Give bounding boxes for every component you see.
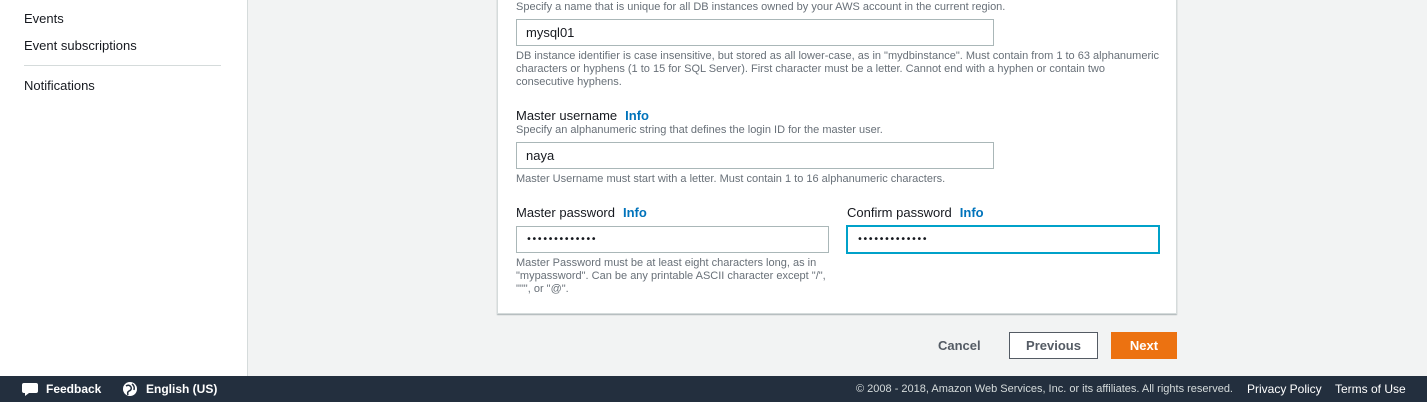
db-identifier-input[interactable]: mysql01	[516, 19, 994, 46]
privacy-policy-link[interactable]: Privacy Policy	[1247, 376, 1322, 402]
master-password-constraint: Master Password must be at least eight c…	[516, 257, 826, 295]
sidebar-item-event-subscriptions[interactable]: Event subscriptions	[24, 38, 137, 53]
master-password-info-link[interactable]: Info	[623, 205, 647, 220]
sidebar-divider	[24, 65, 221, 66]
footer: Feedback English (US) © 2008 - 2018, Ama…	[0, 376, 1427, 402]
master-username-input[interactable]: naya	[516, 142, 994, 169]
confirm-password-info-link[interactable]: Info	[960, 205, 984, 220]
master-username-constraint: Master Username must start with a letter…	[516, 173, 946, 185]
feedback-icon[interactable]	[22, 376, 38, 402]
master-username-label: Master username	[516, 108, 618, 123]
sidebar: Events Event subscriptions Notifications	[0, 0, 248, 376]
sidebar-item-events[interactable]: Events	[24, 11, 64, 26]
db-identifier-description: Specify a name that is unique for all DB…	[516, 1, 1006, 13]
language-selector[interactable]: English (US)	[146, 376, 217, 402]
feedback-link[interactable]: Feedback	[46, 376, 101, 402]
previous-button[interactable]: Previous	[1009, 332, 1098, 359]
master-password-label: Master password	[516, 205, 615, 220]
next-button[interactable]: Next	[1111, 332, 1177, 359]
master-username-info-link[interactable]: Info	[625, 108, 649, 123]
terms-of-use-link[interactable]: Terms of Use	[1335, 376, 1406, 402]
globe-icon[interactable]	[122, 376, 138, 402]
master-username-description: Specify an alphanumeric string that defi…	[516, 124, 883, 136]
confirm-password-label: Confirm password	[847, 205, 952, 220]
master-password-input[interactable]: •••••••••••••	[516, 226, 829, 253]
settings-panel: Specify a name that is unique for all DB…	[497, 0, 1177, 314]
cancel-button[interactable]: Cancel	[938, 338, 981, 353]
master-username-label-row: Master username Info	[516, 107, 649, 125]
confirm-password-input[interactable]: •••••••••••••	[847, 226, 1159, 253]
copyright-text: © 2008 - 2018, Amazon Web Services, Inc.…	[856, 383, 1233, 395]
sidebar-item-notifications[interactable]: Notifications	[24, 78, 95, 93]
confirm-password-label-row: Confirm password Info	[847, 204, 984, 222]
db-identifier-constraint: DB instance identifier is case insensiti…	[516, 50, 1160, 88]
master-password-label-row: Master password Info	[516, 204, 647, 222]
